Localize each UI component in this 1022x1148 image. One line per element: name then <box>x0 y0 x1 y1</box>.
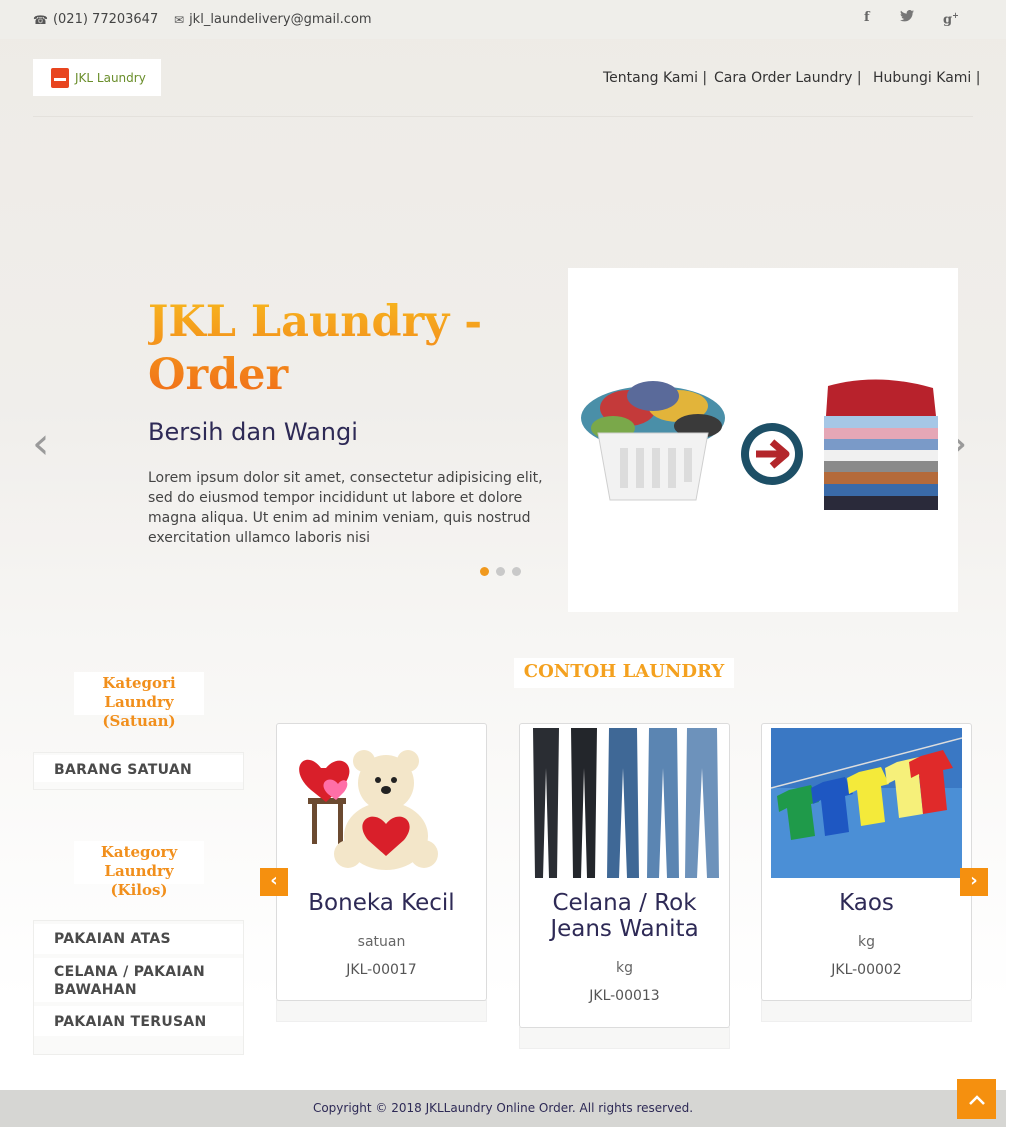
slider-dot-1[interactable] <box>480 567 489 576</box>
slider-prev-button[interactable]: ‹ <box>32 422 50 466</box>
product-unit: satuan <box>357 934 406 950</box>
product-name: Kaos <box>839 890 894 916</box>
copyright-text: Copyright © 2018 JKLLaundry Online Order… <box>312 1101 694 1115</box>
nav-cara-order[interactable]: Cara Order Laundry | <box>714 70 862 86</box>
products-next-button[interactable]: › <box>960 868 988 896</box>
chevron-up-icon <box>968 1095 985 1105</box>
sidebar-item-pakaian-terusan[interactable]: PAKAIAN TERUSAN <box>34 1006 243 1036</box>
products-heading: CONTOH LAUNDRY <box>514 658 734 688</box>
product-card[interactable]: Boneka Kecil satuan JKL-00017 <box>276 723 487 1001</box>
product-code: JKL-00017 <box>346 962 417 978</box>
slider-dot-3[interactable] <box>512 567 521 576</box>
card-shadow <box>519 1027 730 1049</box>
email-address[interactable]: jkl_laundelivery@gmail.com <box>189 12 372 27</box>
phone-icon: ☎ <box>33 12 48 27</box>
top-bar: ☎ (021) 77203647 ✉ jkl_laundelivery@gmai… <box>0 0 1006 39</box>
header-divider <box>33 116 973 117</box>
nav-tentang-kami[interactable]: Tentang Kami | <box>603 70 707 86</box>
slider-dot-2[interactable] <box>496 567 505 576</box>
sidebar-heading-satuan: Kategori Laundry (Satuan) <box>74 672 204 730</box>
envelope-icon: ✉ <box>174 12 185 27</box>
site-logo[interactable]: JKL Laundry <box>33 59 161 96</box>
card-shadow <box>276 1000 487 1022</box>
product-card[interactable]: Celana / Rok Jeans Wanita kg JKL-00013 <box>519 723 730 1028</box>
product-image-jeans <box>529 728 720 878</box>
sidebar-heading-kilos: Kategory Laundry (Kilos) <box>74 841 204 899</box>
footer: Copyright © 2018 JKLLaundry Online Order… <box>0 1090 1006 1127</box>
nav-hubungi-kami[interactable]: Hubungi Kami | <box>873 70 980 86</box>
product-name: Boneka Kecil <box>308 890 455 916</box>
slider-indicators <box>480 567 521 576</box>
product-name: Celana / Rok Jeans Wanita <box>550 890 699 942</box>
scroll-to-top-button[interactable] <box>957 1079 996 1119</box>
sidebar-item-barang-satuan[interactable]: BARANG SATUAN <box>34 755 243 782</box>
sidebar-item-pakaian-atas[interactable]: PAKAIAN ATAS <box>34 924 243 954</box>
phone-number: (021) 77203647 <box>52 12 159 27</box>
phone-contact: ☎ (021) 77203647 <box>33 12 158 27</box>
product-unit: kg <box>616 960 633 976</box>
product-image-teddy-bear <box>286 728 477 878</box>
sidebar-item-celana[interactable]: CELANA / PAKAIAN BAWAHAN <box>34 958 243 1002</box>
product-image-kaos <box>770 728 963 878</box>
slide-image-laundry-before-after <box>568 268 958 612</box>
google-plus-icon[interactable]: g+ <box>943 10 959 27</box>
laundry-logo-icon <box>51 67 69 88</box>
product-code: JKL-00002 <box>831 962 902 978</box>
card-shadow <box>761 1000 972 1022</box>
product-card[interactable]: Kaos kg JKL-00002 <box>761 723 972 1001</box>
slide-subtitle: Bersih dan Wangi <box>148 418 358 446</box>
twitter-icon[interactable] <box>900 10 914 26</box>
email-contact[interactable]: ✉ jkl_laundelivery@gmail.com <box>174 12 372 27</box>
slide-description: Lorem ipsum dolor sit amet, consectetur … <box>148 470 543 546</box>
slide-title: JKL Laundry - Order <box>148 296 538 402</box>
logo-text: JKL Laundry <box>75 70 146 85</box>
products-prev-button[interactable]: ‹ <box>260 868 288 896</box>
product-unit: kg <box>858 934 875 950</box>
product-code: JKL-00013 <box>589 988 660 1004</box>
facebook-icon[interactable]: f <box>864 10 870 25</box>
